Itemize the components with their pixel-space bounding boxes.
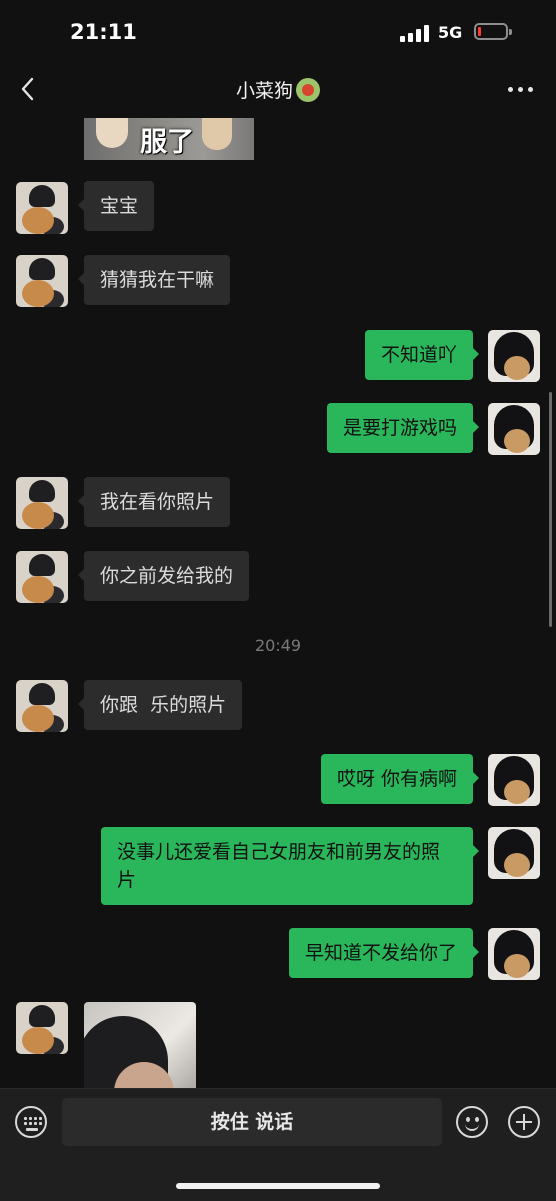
message-bubble[interactable]: 我在看你照片: [77, 477, 231, 527]
message-bubble[interactable]: 宝宝: [77, 181, 155, 231]
message-bubble[interactable]: 猜猜我在干嘛: [77, 255, 231, 305]
status-time: 21:11: [70, 20, 137, 44]
avatar[interactable]: [16, 1002, 68, 1054]
title-emoji-icon: [296, 77, 320, 102]
plus-icon[interactable]: [508, 1106, 540, 1138]
chat-title-wrap: 小菜狗: [0, 76, 556, 103]
sticker-caption: 服了: [140, 127, 194, 158]
emoji-icon[interactable]: [456, 1106, 488, 1138]
avatar[interactable]: [488, 928, 540, 980]
avatar[interactable]: [16, 680, 68, 732]
avatar[interactable]: [16, 255, 68, 307]
home-indicator[interactable]: [176, 1183, 380, 1189]
scrollbar[interactable]: [549, 392, 552, 627]
chat-title: 小菜狗: [235, 80, 293, 102]
battery-icon: [474, 23, 512, 40]
avatar[interactable]: [488, 754, 540, 806]
hold-to-talk-button[interactable]: 按住 说话: [62, 1098, 442, 1146]
message-bubble[interactable]: 你跟 乐的照片: [77, 680, 243, 730]
avatar[interactable]: [16, 182, 68, 234]
more-dots-icon[interactable]: [508, 76, 534, 102]
message-bubble[interactable]: 你之前发给我的: [77, 551, 250, 601]
photo-message[interactable]: [84, 1002, 196, 1088]
message-bubble[interactable]: 没事儿还爱看自己女朋友和前男友的照片: [101, 827, 479, 905]
chat-timestamp: 20:49: [254, 636, 302, 655]
sticker-image[interactable]: 服了: [84, 118, 254, 160]
message-bubble[interactable]: 哎呀 你有病啊: [320, 754, 480, 804]
keyboard-icon[interactable]: [15, 1106, 47, 1138]
avatar[interactable]: [16, 551, 68, 603]
nav-bar: 小菜狗: [0, 66, 556, 114]
avatar[interactable]: [16, 477, 68, 529]
avatar[interactable]: [488, 403, 540, 455]
avatar[interactable]: [488, 827, 540, 879]
chat-area[interactable]: 服了 宝宝 猜猜我在干嘛 不知道吖 是要打游戏吗 我在看你照片 你之前发给我的 …: [0, 114, 556, 1088]
message-bubble[interactable]: 是要打游戏吗: [326, 403, 480, 453]
signal-icon: [400, 24, 430, 42]
status-bar: 21:11 5G: [0, 0, 556, 66]
avatar[interactable]: [488, 330, 540, 382]
network-type: 5G: [438, 23, 463, 42]
message-bubble[interactable]: 不知道吖: [364, 330, 480, 380]
message-bubble[interactable]: 早知道不发给你了: [288, 928, 480, 978]
